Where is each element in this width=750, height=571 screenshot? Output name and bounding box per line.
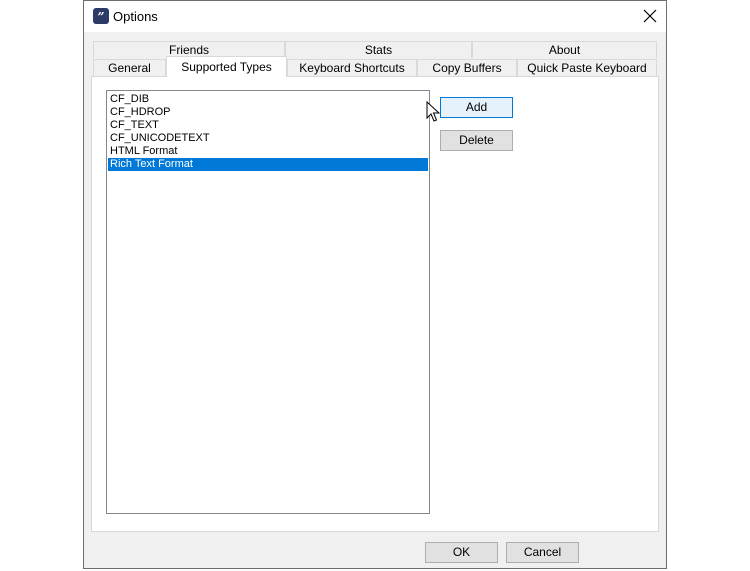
supported-types-list[interactable]: CF_DIB CF_HDROP CF_TEXT CF_UNICODETEXT H… xyxy=(106,90,430,514)
list-item[interactable]: CF_UNICODETEXT xyxy=(108,132,428,145)
list-item[interactable]: HTML Format xyxy=(108,145,428,158)
options-dialog: ” Options Friends Stats About General Su… xyxy=(83,0,667,569)
ok-button[interactable]: OK xyxy=(425,542,498,563)
list-item-selected[interactable]: Rich Text Format xyxy=(108,158,428,171)
tab-copy-buffers[interactable]: Copy Buffers xyxy=(417,59,517,76)
title-bar: ” Options xyxy=(84,1,666,32)
close-icon xyxy=(643,9,657,23)
tab-supported-types[interactable]: Supported Types xyxy=(166,56,287,77)
list-item[interactable]: CF_DIB xyxy=(108,93,428,106)
cancel-button[interactable]: Cancel xyxy=(506,542,579,563)
tab-about[interactable]: About xyxy=(472,41,657,58)
tab-keyboard-shortcuts[interactable]: Keyboard Shortcuts xyxy=(287,59,417,76)
delete-button[interactable]: Delete xyxy=(440,130,513,151)
close-button[interactable] xyxy=(634,1,666,32)
tab-general[interactable]: General xyxy=(93,59,166,76)
window-title: Options xyxy=(113,9,158,24)
tab-quick-paste-keyboard[interactable]: Quick Paste Keyboard xyxy=(517,59,657,76)
tab-stats[interactable]: Stats xyxy=(285,41,472,58)
app-icon: ” xyxy=(93,8,109,24)
mouse-pointer-icon xyxy=(426,101,440,122)
list-item[interactable]: CF_TEXT xyxy=(108,119,428,132)
list-item[interactable]: CF_HDROP xyxy=(108,106,428,119)
add-button[interactable]: Add xyxy=(440,97,513,118)
supported-types-panel: CF_DIB CF_HDROP CF_TEXT CF_UNICODETEXT H… xyxy=(91,76,659,532)
